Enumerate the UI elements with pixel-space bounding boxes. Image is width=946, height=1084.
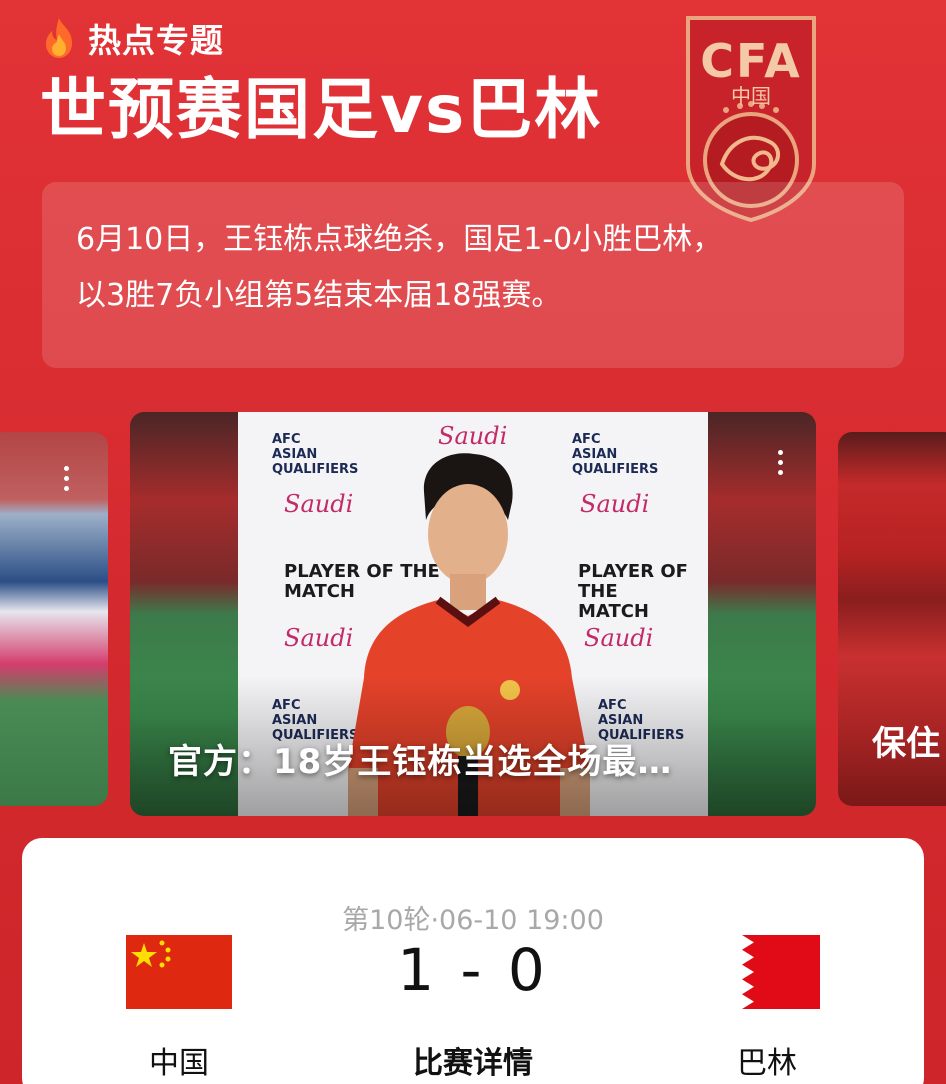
topic-header: 热点专题 (40, 14, 224, 62)
summary-box: 6月10日，王钰栋点球绝杀，国足1-0小胜巴林， 以3胜7负小组第5结束本届18… (42, 182, 904, 368)
bahrain-flag-icon (714, 935, 820, 1009)
flame-icon (46, 18, 72, 58)
summary-text: 6月10日，王钰栋点球绝杀，国足1-0小胜巴林， 以3胜7负小组第5结束本届18… (76, 212, 876, 324)
summary-line-2: 以3胜7负小组第5结束本届18强赛。 (76, 278, 562, 313)
news-carousel[interactable]: AFC ASIAN QUALIFIERS AFC ASIAN QUALIFIER… (0, 410, 946, 820)
carousel-card-main[interactable]: AFC ASIAN QUALIFIERS AFC ASIAN QUALIFIER… (130, 412, 816, 816)
carousel-card-prev[interactable] (0, 432, 108, 806)
page-title: 世预赛国足vs巴林 (40, 71, 603, 148)
topic-page: 热点专题 世预赛国足vs巴林 CFA 中国 6月10日，王钰栋点球绝杀，国足1-… (0, 0, 946, 1084)
cfa-country: 中国 (731, 84, 771, 108)
away-team-name[interactable]: 巴林 (714, 1038, 820, 1082)
more-icon[interactable] (778, 450, 784, 475)
more-icon[interactable] (64, 466, 70, 491)
carousel-card-next[interactable]: 保住 (838, 432, 946, 806)
topic-label: 热点专题 (88, 21, 224, 60)
match-meta: 第10轮·06-10 19:00 (342, 905, 604, 936)
carousel-caption[interactable]: 官方：18岁王钰栋当选全场最… (168, 734, 672, 783)
summary-line-1: 6月10日，王钰栋点球绝杀，国足1-0小胜巴林， (76, 222, 723, 257)
carousel-next-caption[interactable]: 保住 (872, 716, 940, 765)
